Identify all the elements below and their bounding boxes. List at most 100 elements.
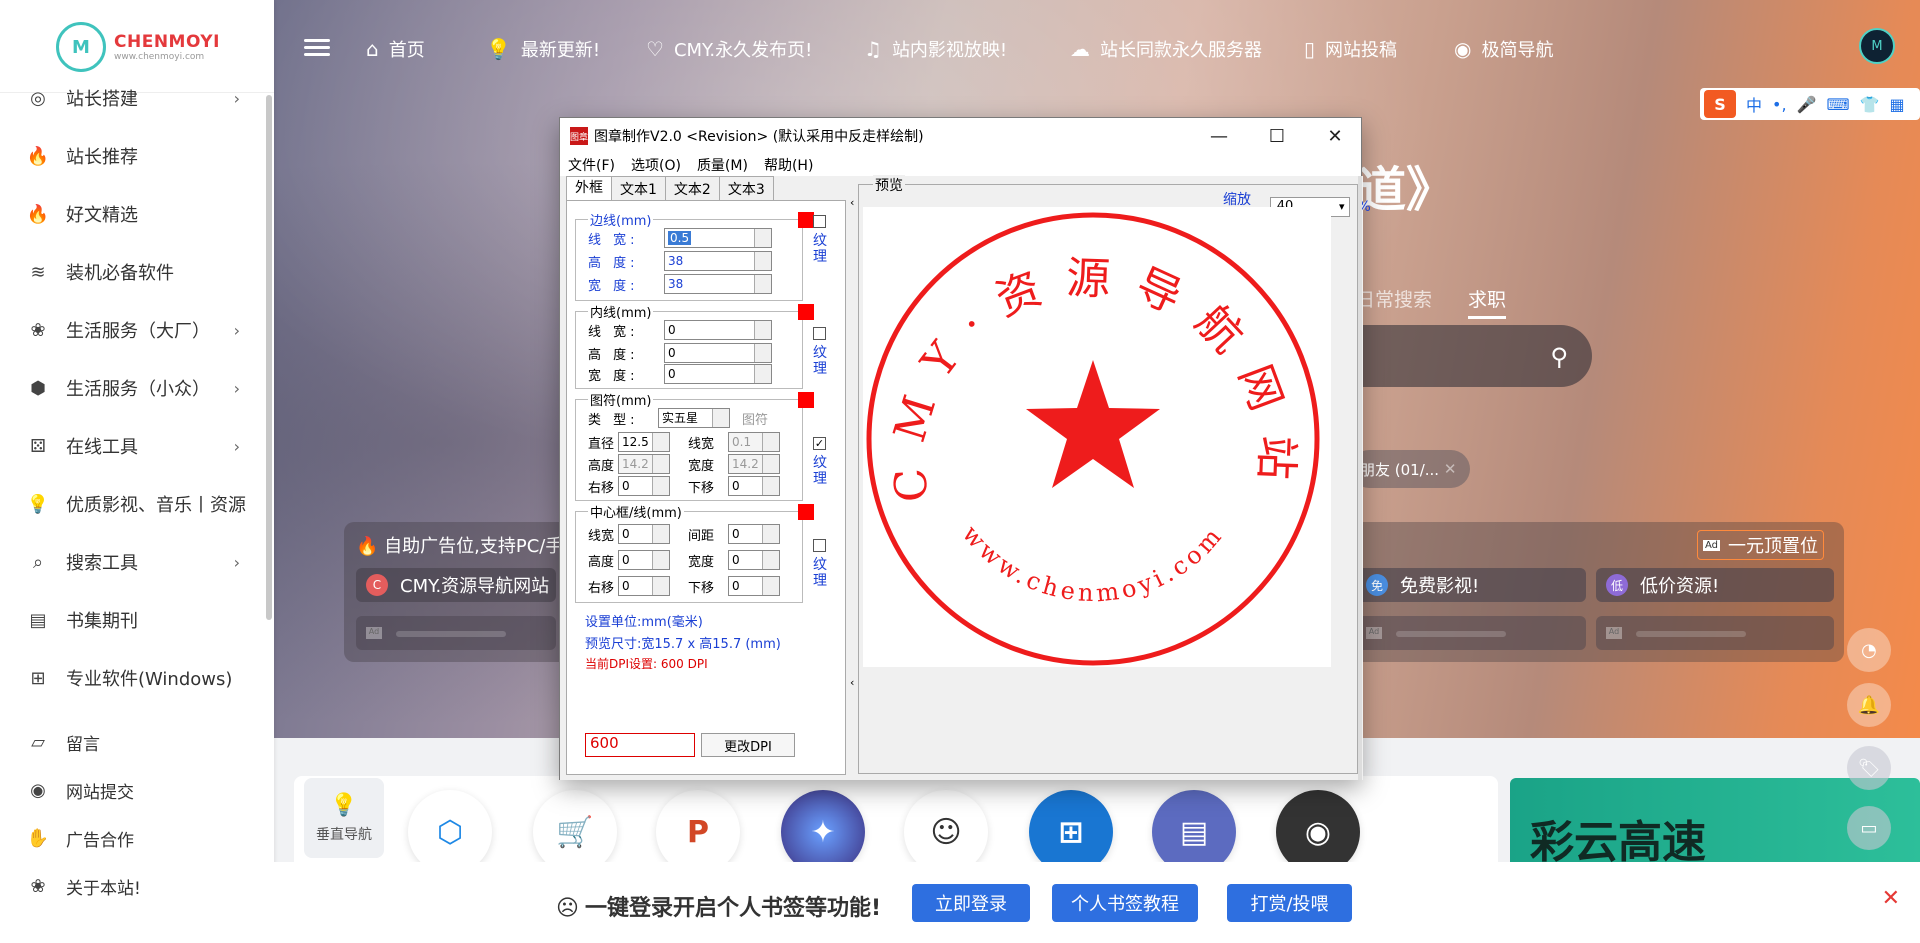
skin-icon[interactable]: 👕: [1860, 95, 1880, 114]
topnav-item[interactable]: 💡 最新更新!: [486, 34, 600, 64]
inner-width2-input[interactable]: 0: [664, 364, 772, 384]
symbol-type-select[interactable]: 实五星: [658, 408, 730, 428]
topnav-item[interactable]: ▯ 网站投稿: [1304, 34, 1397, 64]
topnav-item[interactable]: ♡ CMY.永久发布页!: [646, 34, 812, 64]
center-width-input[interactable]: 0: [728, 550, 780, 570]
ime-item[interactable]: •,: [1772, 95, 1787, 114]
border-height-input[interactable]: 38: [664, 251, 772, 271]
sidebar-item[interactable]: ⊞ 专业软件(Windows): [0, 653, 262, 703]
site-logo[interactable]: M CHENMOYI www.chenmoyi.com: [0, 22, 274, 93]
sidebar-item[interactable]: ▱ 留言: [0, 717, 262, 767]
sidebar-item[interactable]: ▤ 书集期刊: [0, 595, 262, 645]
tab-text1[interactable]: 文本1: [611, 176, 666, 200]
inner-color-swatch[interactable]: [798, 304, 814, 320]
menu-file[interactable]: 文件(F): [568, 155, 615, 175]
sidebar-item[interactable]: ⌕ 搜索工具 ›: [0, 537, 262, 587]
topnav-item[interactable]: ♫ 站内影视放映!: [864, 34, 1007, 64]
cloud-upload-icon: ☁: [1070, 37, 1090, 61]
menu-icon[interactable]: [304, 35, 330, 57]
window-titlebar[interactable]: 图章 图章制作V2.0 <Revision> (默认采用中反走样绘制) — ☐ …: [560, 118, 1361, 154]
symbol-down-input[interactable]: 0: [728, 476, 780, 496]
center-spacing-input[interactable]: 0: [728, 524, 780, 544]
center-texture-checkbox[interactable]: [813, 539, 826, 552]
microphone-icon[interactable]: 🎤: [1797, 95, 1817, 114]
symbol-height-input[interactable]: 14.2: [618, 454, 670, 474]
ad-placeholder[interactable]: Ad: [356, 616, 556, 650]
ime-toolbar[interactable]: S 中 •, 🎤 ⌨ 👕 ▦: [1700, 88, 1920, 120]
ad-card[interactable]: 免免费影视!: [1356, 568, 1586, 602]
donate-button[interactable]: 打赏/投喂: [1227, 884, 1352, 922]
vertical-nav-button[interactable]: 💡 垂直导航: [304, 778, 384, 858]
symbol-width-input[interactable]: 14.2: [728, 454, 780, 474]
ad-placeholder[interactable]: Ad: [1356, 616, 1586, 650]
grid-icon[interactable]: ▦: [1889, 95, 1904, 114]
ime-item[interactable]: 中: [1746, 92, 1762, 116]
dpi-input[interactable]: 600: [585, 733, 695, 757]
menu-options[interactable]: 选项(O): [631, 155, 681, 175]
tab-text3[interactable]: 文本3: [718, 176, 774, 200]
change-dpi-button[interactable]: 更改DPI: [701, 733, 795, 757]
field-label: 宽 度:: [588, 278, 639, 294]
symbol-texture-checkbox[interactable]: ✓: [813, 437, 826, 450]
maximize-button[interactable]: ☐: [1248, 118, 1306, 154]
sidebar-scrollbar[interactable]: [266, 95, 272, 620]
history-chip[interactable]: 朋友 (01/... ✕: [1350, 450, 1470, 488]
ad-card[interactable]: 低低价资源!: [1596, 568, 1834, 602]
center-right-input[interactable]: 0: [618, 576, 670, 596]
sogou-logo-icon[interactable]: S: [1704, 90, 1736, 118]
sidebar-item[interactable]: ❀ 关于本站!: [0, 861, 262, 911]
sidebar-item[interactable]: ◉ 网站提交: [0, 765, 262, 815]
sidebar-item[interactable]: ◎ 站长搭建 ›: [0, 73, 262, 123]
minimize-button[interactable]: —: [1190, 118, 1248, 154]
topnav-item[interactable]: ☁ 站长同款永久服务器: [1070, 34, 1262, 64]
close-button[interactable]: ✕: [1306, 118, 1364, 154]
border-width2-input[interactable]: 38: [664, 274, 772, 294]
inner-height-input[interactable]: 0: [664, 343, 772, 363]
symbol-right-input[interactable]: 0: [618, 476, 670, 496]
symbol-diameter-input[interactable]: 12.5: [618, 432, 670, 452]
center-height-input[interactable]: 0: [618, 550, 670, 570]
sidebar-item[interactable]: 🔥 好文精选: [0, 189, 262, 239]
wechat-icon[interactable]: ◔: [1847, 628, 1891, 672]
symbol-linewidth-input[interactable]: 0.1: [728, 432, 780, 452]
tag-icon[interactable]: 🏷: [1847, 746, 1891, 790]
sidebar-item[interactable]: ⚄ 在线工具 ›: [0, 421, 262, 471]
bell-icon[interactable]: 🔔: [1847, 683, 1891, 727]
chat-icon[interactable]: ▭: [1847, 806, 1891, 850]
ad-placeholder[interactable]: Ad: [1596, 616, 1834, 650]
sidebar-item[interactable]: 💡 优质影视、音乐丨资源: [0, 479, 262, 529]
border-color-swatch[interactable]: [798, 212, 814, 228]
inner-texture-checkbox[interactable]: [813, 327, 826, 340]
symbol-color-swatch[interactable]: [798, 392, 814, 408]
top-ad-button[interactable]: Ad 一元顶置位: [1697, 530, 1824, 560]
border-texture-checkbox[interactable]: [813, 215, 826, 228]
keyboard-icon[interactable]: ⌨: [1826, 95, 1849, 114]
chevron-right-icon: ›: [233, 88, 240, 108]
search-box[interactable]: ⚲: [1330, 325, 1592, 387]
center-color-swatch[interactable]: [798, 504, 814, 520]
center-linewidth-input[interactable]: 0: [618, 524, 670, 544]
symbol-button[interactable]: 图符: [742, 409, 768, 428]
sidebar-item[interactable]: ❀ 生活服务（大厂） ›: [0, 305, 262, 355]
menu-quality[interactable]: 质量(M): [697, 155, 748, 175]
avatar[interactable]: M: [1859, 28, 1895, 64]
sidebar-item[interactable]: ≋ 装机必备软件: [0, 247, 262, 297]
ad-card[interactable]: C CMY.资源导航网站: [356, 568, 556, 602]
bookmark-tutorial-button[interactable]: 个人书签教程: [1052, 884, 1198, 922]
sidebar-item[interactable]: ✋ 广告合作: [0, 813, 262, 863]
login-button[interactable]: 立即登录: [912, 884, 1030, 922]
border-width-input[interactable]: 0.5: [668, 231, 692, 245]
topnav-item[interactable]: ⌂ 首页: [366, 34, 425, 64]
topnav-item[interactable]: ◉ 极简导航: [1454, 34, 1553, 64]
sidebar-item[interactable]: ⬢ 生活服务（小众） ›: [0, 363, 262, 413]
center-down-input[interactable]: 0: [728, 576, 780, 596]
tab-outer-frame[interactable]: 外框: [566, 176, 612, 201]
sidebar-item[interactable]: 🔥 站长推荐: [0, 131, 262, 181]
tab-daily-search[interactable]: 日常搜索: [1356, 285, 1432, 319]
search-icon[interactable]: ⚲: [1550, 343, 1568, 371]
inner-width-input[interactable]: 0: [664, 320, 772, 340]
tab-job[interactable]: 求职: [1468, 285, 1507, 319]
close-icon[interactable]: ✕: [1882, 886, 1900, 911]
tab-text2[interactable]: 文本2: [664, 176, 720, 200]
menu-help[interactable]: 帮助(H): [764, 155, 813, 175]
